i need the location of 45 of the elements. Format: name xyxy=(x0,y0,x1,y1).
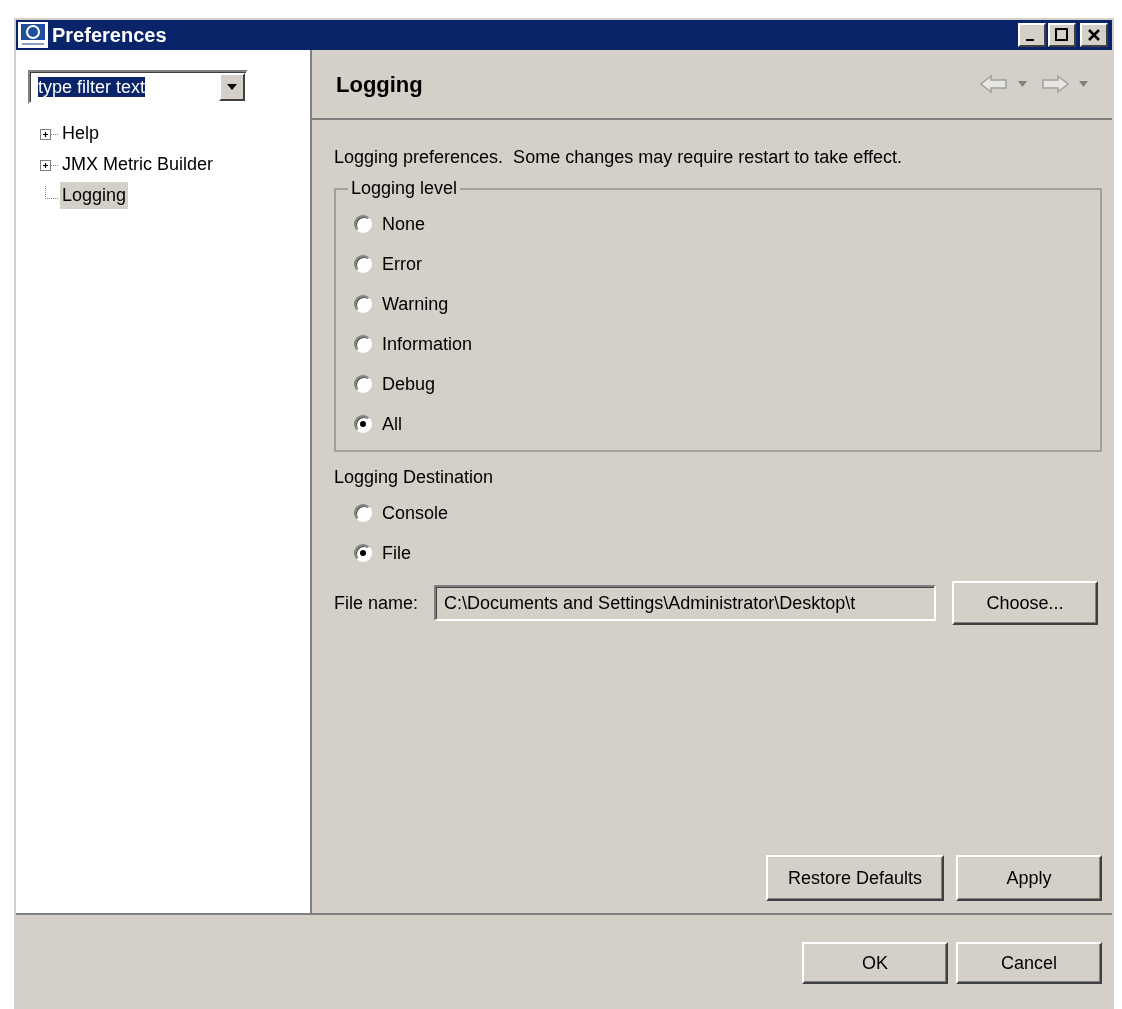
tree-item[interactable]: Logging xyxy=(60,182,129,209)
radio-button[interactable] xyxy=(354,544,372,562)
radio-label: File xyxy=(382,541,411,565)
dropdown-button[interactable] xyxy=(219,73,245,101)
section-title: Logging Destination xyxy=(334,466,495,489)
dropdown-caret-icon[interactable] xyxy=(1079,81,1088,87)
dialog-button[interactable]: OK xyxy=(802,942,948,984)
dropdown-caret-icon[interactable] xyxy=(1018,81,1027,87)
dropdown-caret-icon xyxy=(227,84,237,90)
radio-label: Console xyxy=(382,501,449,525)
radio-button[interactable] xyxy=(354,415,372,433)
radio-button[interactable] xyxy=(354,255,372,273)
radio-label: Warning xyxy=(382,292,449,316)
page-title: Logging xyxy=(336,70,424,99)
radio-label: All xyxy=(382,412,402,436)
group-title: Logging level xyxy=(350,177,459,200)
radio-label: Error xyxy=(382,252,422,276)
radio-label: Information xyxy=(382,332,473,356)
expand-icon[interactable] xyxy=(40,158,58,171)
filter-field[interactable]: type filter text xyxy=(28,70,248,104)
radio-button[interactable] xyxy=(354,295,372,313)
expand-icon[interactable] xyxy=(40,127,58,140)
close-button[interactable] xyxy=(1080,23,1108,47)
radio-button[interactable] xyxy=(354,335,372,353)
close-icon xyxy=(1086,28,1102,42)
radio-button[interactable] xyxy=(354,215,372,233)
tree-item[interactable]: JMX Metric Builder xyxy=(60,151,216,178)
radio-label: None xyxy=(382,212,426,236)
radio-button[interactable] xyxy=(354,375,372,393)
minimize-button[interactable] xyxy=(1018,23,1046,47)
file-name-field[interactable]: C:\Documents and Settings\Administrator\Desktop\t xyxy=(434,585,937,621)
tree-item[interactable]: Help xyxy=(60,120,102,147)
description-text: Logging preferences. Some changes may require restart to take effect. xyxy=(334,146,903,169)
field-label: File name: xyxy=(334,591,419,615)
radio-button[interactable] xyxy=(354,504,372,522)
page-button[interactable]: Restore Defaults xyxy=(766,855,944,901)
page-button[interactable]: Apply xyxy=(956,855,1102,901)
choose-button[interactable]: Choose... xyxy=(952,581,1099,625)
dialog-button[interactable]: Cancel xyxy=(956,942,1102,984)
radio-label: Debug xyxy=(382,372,436,396)
minimize-icon xyxy=(1026,39,1034,41)
window-title: Preferences xyxy=(52,23,168,48)
app-logo-icon xyxy=(18,22,48,48)
maximize-icon xyxy=(1054,28,1070,42)
maximize-button[interactable] xyxy=(1048,23,1076,47)
